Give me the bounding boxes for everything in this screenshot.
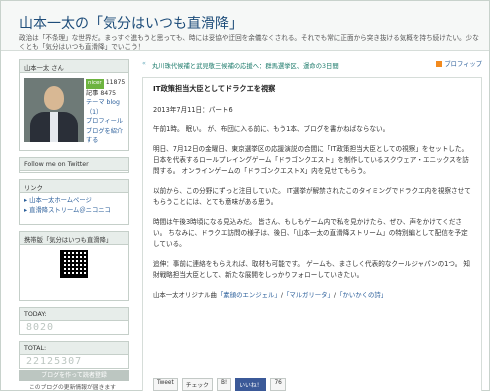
profile-stats: nicer 11875 記事 8475 テーマ blog（1） プロフィール ブロ… [86, 78, 128, 146]
profile-box: 山本一太 さん nicer 11875 記事 8475 テーマ blog（1） プ… [19, 59, 129, 151]
link-homepage[interactable]: ▸ 山本一太ホームページ [24, 196, 124, 206]
total-count: 22125307 [26, 356, 83, 367]
follow-box: Follow me on Twitter [19, 157, 129, 173]
nicer-badge: nicer [86, 79, 104, 89]
page-frame: 山本一太の「気分はいつも直滑降」 政治は「不条理」な世界だ。まっすぐ進もうと思っ… [0, 0, 490, 391]
nicer-count: 11875 [105, 79, 126, 86]
hatena-bookmark-button[interactable]: B! [216, 378, 232, 391]
post-paragraph: 時間は午後3時頃になる見込みだ。 皆さん、もしもゲーム内で私を見かけたら、ぜひ、… [153, 218, 468, 248]
song-link[interactable]: 「かいかくの詩」 [336, 291, 387, 299]
song-link[interactable]: 「マルガリータ」 [283, 291, 334, 299]
main-column: « 丸川珠代候補と武見敬三候補の応援へ：群馬選挙区、運命の3日間 ブロフィップ … [142, 59, 482, 391]
ticker: « 丸川珠代候補と武見敬三候補の応援へ：群馬選挙区、運命の3日間 ブロフィップ [142, 59, 482, 73]
share-bar: Tweet チェック B! いいね！ 76 [153, 378, 286, 391]
profile-heading: 山本一太 さん [20, 60, 128, 73]
blog-title[interactable]: 山本一太の「気分はいつも直滑降」 [19, 13, 243, 33]
posts-count: 記事 8475 [86, 89, 117, 97]
double-arrow-icon: « [142, 60, 146, 67]
tweet-button[interactable]: Tweet [153, 378, 178, 391]
post-paragraph: 明日、7月12日の金曜日、東京選挙区の応援演説の合間に「IT政策担当大臣としての… [153, 145, 469, 175]
sidebar: 山本一太 さん nicer 11875 記事 8475 テーマ blog（1） プ… [19, 59, 129, 375]
post-date: 2013年7月11日：パート6 [153, 106, 233, 114]
check-button[interactable]: チェック [181, 378, 213, 391]
blog-subscribe-button[interactable]: ブログを作って読者登録 [19, 370, 129, 381]
theme-link[interactable]: テーマ blog（1） [86, 98, 128, 117]
follow-heading[interactable]: Follow me on Twitter [20, 158, 128, 171]
total-counter: TOTAL: 22125307 [19, 341, 129, 369]
qr-code-icon [60, 250, 88, 278]
previous-post-link[interactable]: 丸川珠代候補と武見敬三候補の応援へ：群馬選挙区、運命の3日間 [152, 61, 339, 70]
total-heading: TOTAL: [20, 342, 128, 355]
link-nico[interactable]: ▸ 直滑降ストリーム＠ニコニコ [24, 206, 124, 216]
post-paragraph: 追伸：事前に連絡をもらえれば、取材も可能です。 ゲームも、まさしく代表的なクール… [153, 260, 470, 279]
blog-intro-link[interactable]: ブログを紹介する [86, 127, 128, 146]
rss-icon [436, 61, 443, 67]
feed-link[interactable]: ブロフィップ [436, 59, 482, 68]
mobile-heading: 携帯版「気分はいつも直滑降」 [20, 232, 128, 245]
like-count: 76 [270, 378, 286, 391]
songs-line: 山本一太オリジナル曲「素顔のエンジェル」/「マルガリータ」/「かいかくの詩」 [153, 291, 388, 299]
mobile-box: 携帯版「気分はいつも直滑降」 [19, 231, 129, 301]
blog-header: 山本一太の「気分はいつも直滑降」 政治は「不条理」な世界だ。まっすぐ進もうと思っ… [1, 1, 489, 51]
today-count: 8020 [26, 322, 55, 333]
post-title[interactable]: IT政策担当大臣としてドラクエを視察 [153, 84, 471, 94]
blog-description: 政治は「不条理」な世界だ。まっすぐ進もうと思っても、時には妥協や迂回を余儀なくさ… [19, 34, 479, 51]
update-note: このブログの更新情報が届きます [29, 385, 116, 391]
links-heading: リンク [20, 180, 128, 193]
like-button[interactable]: いいね！ [235, 378, 267, 391]
post-paragraph: 以前から、この分野にずっと注目していた。 IT選挙が解禁されたこのタイミングでド… [153, 187, 471, 206]
avatar[interactable] [24, 78, 84, 142]
links-box: リンク ▸ 山本一太ホームページ ▸ 直滑降ストリーム＠ニコニコ [19, 179, 129, 225]
today-counter: TODAY: 8020 [19, 307, 129, 335]
post-body: IT政策担当大臣としてドラクエを視察 2013年7月11日：パート6 午前1時。… [142, 77, 482, 391]
today-heading: TODAY: [20, 308, 128, 321]
post-paragraph: 午前1時。 眠い。 が、布団に入る前に、もう1本、ブログを書かねばならない。 [153, 125, 390, 133]
profile-link[interactable]: プロフィール [86, 117, 128, 127]
song-link[interactable]: 「素顔のエンジェル」 [217, 291, 281, 299]
